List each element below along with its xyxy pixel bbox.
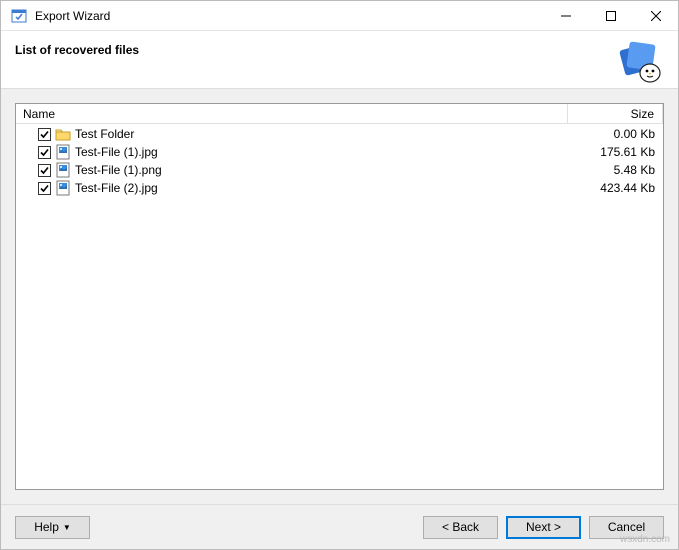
wizard-hero-icon — [616, 37, 664, 85]
folder-icon — [55, 126, 71, 142]
chevron-down-icon: ▼ — [63, 523, 71, 532]
list-header: Name Size — [16, 104, 663, 124]
content-area: Name Size Test Folder0.00 KbTest-File (1… — [1, 89, 678, 504]
column-header-size[interactable]: Size — [568, 104, 663, 123]
wizard-header: List of recovered files — [1, 31, 678, 89]
help-button[interactable]: Help ▼ — [15, 516, 90, 539]
table-row[interactable]: Test-File (1).jpg175.61 Kb — [16, 143, 663, 161]
file-name: Test-File (2).jpg — [75, 181, 568, 195]
close-button[interactable] — [633, 1, 678, 30]
image-file-icon — [55, 144, 71, 160]
table-row[interactable]: Test Folder0.00 Kb — [16, 125, 663, 143]
file-size: 0.00 Kb — [568, 127, 663, 141]
next-button[interactable]: Next > — [506, 516, 581, 539]
checkbox[interactable] — [38, 182, 51, 195]
file-size: 423.44 Kb — [568, 181, 663, 195]
page-title: List of recovered files — [15, 43, 139, 57]
image-file-icon — [55, 162, 71, 178]
button-bar: Help ▼ < Back Next > Cancel — [1, 504, 678, 549]
checkbox[interactable] — [38, 128, 51, 141]
file-name: Test Folder — [75, 127, 568, 141]
window-title: Export Wizard — [35, 9, 543, 23]
table-row[interactable]: Test-File (2).jpg423.44 Kb — [16, 179, 663, 197]
image-file-icon — [55, 180, 71, 196]
back-button-label: < Back — [442, 520, 479, 534]
cancel-button[interactable]: Cancel — [589, 516, 664, 539]
titlebar: Export Wizard — [1, 1, 678, 31]
file-name: Test-File (1).png — [75, 163, 568, 177]
help-button-label: Help — [34, 520, 59, 534]
maximize-button[interactable] — [588, 1, 633, 30]
checkbox[interactable] — [38, 164, 51, 177]
file-size: 5.48 Kb — [568, 163, 663, 177]
next-button-label: Next > — [526, 520, 561, 534]
minimize-button[interactable] — [543, 1, 588, 30]
back-button[interactable]: < Back — [423, 516, 498, 539]
app-icon — [9, 6, 29, 26]
cancel-button-label: Cancel — [608, 520, 645, 534]
checkbox[interactable] — [38, 146, 51, 159]
column-header-name[interactable]: Name — [16, 104, 568, 123]
file-name: Test-File (1).jpg — [75, 145, 568, 159]
list-body: Test Folder0.00 KbTest-File (1).jpg175.6… — [16, 124, 663, 489]
file-size: 175.61 Kb — [568, 145, 663, 159]
table-row[interactable]: Test-File (1).png5.48 Kb — [16, 161, 663, 179]
file-list: Name Size Test Folder0.00 KbTest-File (1… — [15, 103, 664, 490]
